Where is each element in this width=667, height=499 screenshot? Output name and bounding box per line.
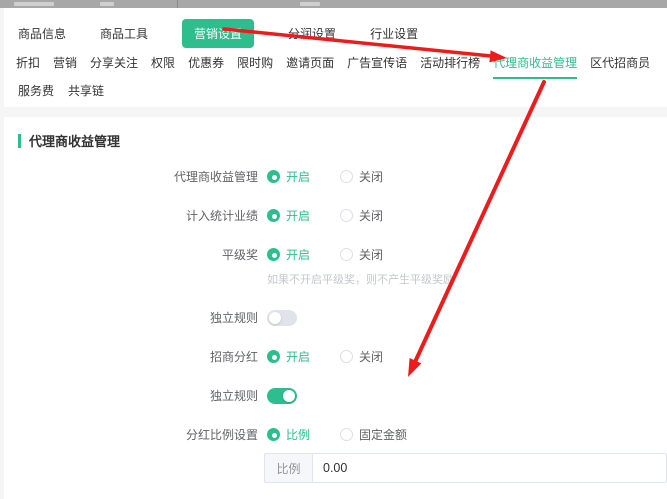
sub-tab[interactable]: 营销 bbox=[53, 54, 77, 79]
radio-option[interactable]: 开启 bbox=[267, 207, 310, 224]
sub-tab[interactable]: 优惠券 bbox=[188, 54, 224, 79]
input-prefix-label: 比例 bbox=[265, 454, 313, 482]
form-row-label: 分红比例设置 bbox=[18, 426, 258, 443]
radio-icon bbox=[267, 209, 280, 222]
form-row-controls: 开启 关闭 bbox=[267, 168, 413, 185]
toggle-switch[interactable] bbox=[267, 310, 297, 326]
form-row-controls: 开启 关闭 bbox=[267, 246, 413, 263]
radio-option[interactable]: 开启 bbox=[267, 348, 310, 365]
radio-option[interactable]: 关闭 bbox=[340, 348, 383, 365]
sub-tab[interactable]: 权限 bbox=[151, 54, 175, 79]
radio-icon bbox=[267, 170, 280, 183]
form-row-label: 独立规则 bbox=[18, 387, 258, 404]
form-row: 独立规则 bbox=[18, 309, 667, 326]
radio-icon bbox=[340, 170, 353, 183]
radio-option-label: 关闭 bbox=[359, 207, 383, 224]
toggle-knob bbox=[283, 390, 295, 402]
radio-icon bbox=[340, 350, 353, 363]
radio-icon bbox=[267, 350, 280, 363]
sub-tab[interactable]: 分享关注 bbox=[90, 54, 138, 79]
ratio-input-group: 比例 bbox=[264, 453, 667, 483]
ratio-input[interactable] bbox=[313, 454, 666, 482]
top-tab[interactable]: 商品信息 bbox=[18, 25, 66, 42]
sub-tab[interactable]: 服务费 bbox=[18, 82, 54, 107]
form-row-label: 平级奖 bbox=[18, 246, 258, 263]
toggle-knob bbox=[269, 312, 281, 324]
toolbar-fragment bbox=[100, 2, 114, 6]
top-tab[interactable]: 分润设置 bbox=[288, 25, 336, 42]
form-row: 分红比例设置 比例 固定金额 bbox=[18, 426, 667, 443]
form-row: 比例 bbox=[18, 453, 667, 483]
top-tab[interactable]: 商品工具 bbox=[100, 25, 148, 42]
clipped-top-toolbar bbox=[0, 0, 667, 8]
form-row: 独立规则 bbox=[18, 387, 667, 404]
radio-icon bbox=[340, 428, 353, 441]
radio-option[interactable]: 关闭 bbox=[340, 207, 383, 224]
radio-option[interactable]: 关闭 bbox=[340, 246, 383, 263]
top-tab[interactable]: 行业设置 bbox=[370, 25, 418, 42]
radio-icon bbox=[340, 248, 353, 261]
radio-option[interactable]: 比例 bbox=[267, 426, 310, 443]
form-row-controls: 开启 关闭 bbox=[267, 348, 413, 365]
form-row-controls: 比例 固定金额 bbox=[267, 426, 437, 443]
radio-option-label: 比例 bbox=[286, 426, 310, 443]
sub-tab[interactable]: 限时购 bbox=[237, 54, 273, 79]
radio-option-label: 关闭 bbox=[359, 348, 383, 365]
primary-tab-bar: 商品信息 商品工具 营销设置 分润设置 行业设置 bbox=[4, 8, 667, 46]
toolbar-divider bbox=[177, 0, 178, 8]
form-row-label: 招商分红 bbox=[18, 348, 258, 365]
radio-option-label: 开启 bbox=[286, 207, 310, 224]
form-row-label: 代理商收益管理 bbox=[18, 168, 258, 185]
radio-option[interactable]: 固定金额 bbox=[340, 426, 407, 443]
form-row-label: 计入统计业绩 bbox=[18, 207, 258, 224]
form-row-controls bbox=[267, 310, 297, 326]
form-row-controls: 比例 bbox=[264, 453, 667, 483]
radio-option-label: 开启 bbox=[286, 246, 310, 263]
toolbar-fragment bbox=[300, 2, 320, 6]
secondary-tab-bar-row1: 折扣营销分享关注权限优惠券限时购邀请页面广告宣传语活动排行榜代理商收益管理区代招… bbox=[4, 46, 667, 72]
sub-tab[interactable]: 代理商收益管理 bbox=[493, 54, 577, 79]
form-row: 计入统计业绩 开启 关闭 bbox=[18, 207, 667, 224]
radio-option-label: 关闭 bbox=[359, 246, 383, 263]
settings-panel: 代理商收益管理 代理商收益管理开启关闭计入统计业绩开启关闭平级奖开启关闭如果不开… bbox=[4, 117, 667, 499]
radio-option[interactable]: 开启 bbox=[267, 246, 310, 263]
sub-tab[interactable]: 活动排行榜 bbox=[420, 54, 480, 79]
form-row: 代理商收益管理 开启 关闭 bbox=[18, 168, 667, 185]
form-row: 招商分红 开启 关闭 bbox=[18, 348, 667, 365]
helper-text: 如果不开启平级奖，则不产生平级奖励 bbox=[267, 271, 667, 287]
section-accent-bar bbox=[18, 134, 21, 148]
radio-option-label: 开启 bbox=[286, 168, 310, 185]
radio-icon bbox=[267, 428, 280, 441]
sub-tab[interactable]: 邀请页面 bbox=[286, 54, 334, 79]
sub-tab[interactable]: 广告宣传语 bbox=[347, 54, 407, 79]
radio-option[interactable]: 关闭 bbox=[340, 168, 383, 185]
toolbar-fragment bbox=[14, 2, 54, 6]
radio-option-label: 固定金额 bbox=[359, 426, 407, 443]
section-header: 代理商收益管理 bbox=[18, 131, 667, 150]
form-row: 平级奖 开启 关闭 bbox=[18, 246, 667, 263]
radio-option-label: 开启 bbox=[286, 348, 310, 365]
radio-icon bbox=[267, 248, 280, 261]
toggle-switch[interactable] bbox=[267, 388, 297, 404]
top-tab[interactable]: 营销设置 bbox=[182, 19, 254, 48]
radio-option[interactable]: 开启 bbox=[267, 168, 310, 185]
form-row-label: 独立规则 bbox=[18, 309, 258, 326]
tabs-card: 商品信息 商品工具 营销设置 分润设置 行业设置 折扣营销分享关注权限优惠券限时购邀请页… bbox=[4, 8, 667, 107]
form-row-controls: 开启 关闭 bbox=[267, 207, 413, 224]
settings-form: 代理商收益管理开启关闭计入统计业绩开启关闭平级奖开启关闭如果不开启平级奖，则不产… bbox=[18, 168, 667, 483]
sub-tab[interactable]: 共享链 bbox=[68, 82, 104, 107]
form-row-controls bbox=[267, 388, 297, 404]
radio-icon bbox=[340, 209, 353, 222]
sub-tab[interactable]: 折扣 bbox=[16, 54, 40, 79]
radio-option-label: 关闭 bbox=[359, 168, 383, 185]
sub-tab[interactable]: 区代招商员 bbox=[590, 54, 650, 79]
page-title: 代理商收益管理 bbox=[29, 131, 120, 150]
